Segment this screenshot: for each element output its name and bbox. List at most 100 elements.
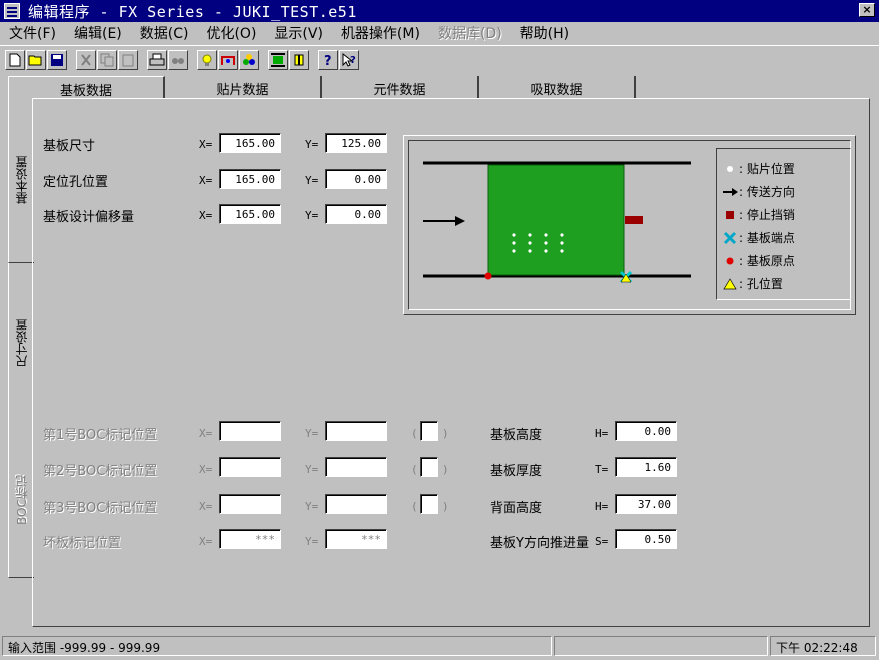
boc2-y-prefix: Y=: [305, 463, 319, 476]
boc2-x-prefix: X=: [199, 463, 213, 476]
board-size-x-prefix: X=: [199, 138, 213, 151]
tab-content: 基板尺寸 X= 165.00 Y= 125.00 定位孔位置 X= 165.00…: [32, 98, 870, 627]
help-icon[interactable]: ?: [318, 49, 338, 70]
board-size-y-field[interactable]: 125.00: [325, 133, 387, 153]
locating-hole-x-field[interactable]: 165.00: [219, 169, 281, 189]
y-push-field[interactable]: 0.50: [615, 529, 677, 549]
tab-component-data[interactable]: 元件数据: [322, 76, 479, 98]
menu-help[interactable]: 帮助(H): [511, 23, 578, 43]
tab-board-data[interactable]: 基板数据: [8, 76, 165, 99]
boc1-x-prefix: X=: [199, 427, 213, 440]
paste-icon[interactable]: [118, 49, 138, 70]
binoculars-icon[interactable]: [168, 49, 188, 70]
design-offset-y-field[interactable]: 0.00: [325, 204, 387, 224]
boc3-y-field: [325, 494, 387, 514]
cyan-x-icon: [723, 231, 737, 245]
top-tabs: 基板数据 贴片数据 元件数据 吸取数据: [8, 76, 636, 99]
menu-data[interactable]: 数据(C): [131, 23, 198, 43]
new-file-icon[interactable]: [5, 49, 25, 70]
optimize-icon[interactable]: [218, 49, 238, 70]
board-size-x-field[interactable]: 165.00: [219, 133, 281, 153]
board-offset-icon[interactable]: [289, 49, 309, 70]
stop-pin-marker: [625, 216, 643, 224]
main-panel: 基板数据 贴片数据 元件数据 吸取数据 基本设置 尺寸设置 BOC标记 基板尺寸…: [8, 76, 872, 630]
legend-item-origin: : 基板原点: [723, 252, 795, 269]
menu-edit[interactable]: 编辑(E): [65, 23, 131, 43]
board-origin-marker: [484, 272, 492, 280]
legend-label-hole: : 孔位置: [739, 277, 783, 291]
status-bar: 输入范围 -999.99 - 999.99 下午 02:22:48: [0, 634, 879, 658]
side-tab-basic-label: 基本设置: [15, 156, 29, 204]
legend-item-transfer: : 传送方向: [723, 183, 795, 200]
status-empty: [554, 636, 768, 656]
locating-hole-label: 定位孔位置: [43, 175, 109, 190]
legend-label-origin: : 基板原点: [739, 254, 795, 268]
bad-mark-x-field: ***: [219, 529, 281, 549]
boc2-y-field: [325, 457, 387, 477]
arrow-right-icon: [723, 185, 738, 199]
back-height-prefix: H=: [595, 500, 609, 513]
board-thickness-field[interactable]: 1.60: [615, 457, 677, 477]
side-tab-boc[interactable]: BOC标记: [8, 423, 34, 578]
y-push-prefix: S=: [595, 535, 609, 548]
menu-optimize[interactable]: 优化(O): [197, 23, 265, 43]
side-tab-basic[interactable]: 基本设置: [8, 98, 34, 263]
locating-hole-x-prefix: X=: [199, 174, 213, 187]
toolbar: ? ?: [0, 45, 879, 73]
bad-mark-label: 坏板标记位置: [43, 536, 122, 551]
side-tab-size-label: 尺寸设置: [15, 319, 29, 367]
legend-label-stop-pin: : 停止挡销: [739, 208, 795, 222]
boc2-paren-open: (: [411, 463, 418, 476]
close-button[interactable]: ×: [859, 3, 875, 17]
board-diagram-inner: : 贴片位置 : 传送方向 : 停止挡销 : 基板端点: 基板原点: 孔位置: [408, 140, 851, 310]
red-dot-icon: [723, 254, 737, 268]
yellow-triangle-icon: [723, 277, 737, 291]
board-height-label: 基板高度: [490, 428, 543, 443]
locating-hole-y-field[interactable]: 0.00: [325, 169, 387, 189]
boc1-x-field: [219, 421, 281, 441]
legend-item-endpoint: : 基板端点: [723, 229, 795, 246]
menu-view[interactable]: 显示(V): [265, 23, 332, 43]
print-icon[interactable]: [147, 49, 167, 70]
tab-placement-data[interactable]: 贴片数据: [165, 76, 322, 98]
cut-icon[interactable]: [76, 49, 96, 70]
back-height-field[interactable]: 37.00: [615, 494, 677, 514]
side-tab-boc-label: BOC标记: [15, 475, 29, 525]
legend-item-hole: : 孔位置: [723, 275, 783, 292]
legend-item-stop-pin: : 停止挡销: [723, 206, 795, 223]
board-rect: [487, 164, 625, 276]
context-help-icon[interactable]: ?: [339, 49, 359, 70]
boc2-label: 第2号BOC标记位置: [43, 464, 158, 479]
board-size-icon[interactable]: [268, 49, 288, 70]
menu-database: 数据库(D): [437, 26, 502, 42]
y-push-label: 基板Y方向推进量: [490, 536, 589, 551]
boc1-label: 第1号BOC标记位置: [43, 428, 158, 443]
legend-label-placement: : 贴片位置: [739, 162, 795, 176]
menu-machine[interactable]: 机器操作(M): [332, 23, 429, 43]
side-tab-size[interactable]: 尺寸设置: [8, 263, 34, 423]
window-title: 编辑程序 - FX Series - JUKI_TEST.e51: [28, 2, 357, 21]
legend-label-endpoint: : 基板端点: [739, 231, 795, 245]
tab-pickup-data[interactable]: 吸取数据: [479, 76, 636, 98]
design-offset-x-field[interactable]: 165.00: [219, 204, 281, 224]
bad-mark-y-prefix: Y=: [305, 535, 319, 548]
board-thickness-prefix: T=: [595, 463, 609, 476]
back-height-label: 背面高度: [490, 501, 543, 516]
open-folder-icon[interactable]: [26, 49, 46, 70]
bad-mark-x-prefix: X=: [199, 535, 213, 548]
board-size-y-prefix: Y=: [305, 138, 319, 151]
copy-icon[interactable]: [97, 49, 117, 70]
red-square-icon: [723, 208, 737, 222]
parts-icon[interactable]: [239, 49, 259, 70]
boc1-checkbox: [420, 421, 438, 441]
lightbulb-icon[interactable]: [197, 49, 217, 70]
save-icon[interactable]: [47, 49, 67, 70]
menu-file[interactable]: 文件(F): [0, 23, 65, 43]
boc1-y-prefix: Y=: [305, 427, 319, 440]
boc2-x-field: [219, 457, 281, 477]
design-offset-label: 基板设计偏移量: [43, 210, 135, 225]
board-height-prefix: H=: [595, 427, 609, 440]
board-height-field[interactable]: 0.00: [615, 421, 677, 441]
boc2-checkbox: [420, 457, 438, 477]
boc3-x-field: [219, 494, 281, 514]
